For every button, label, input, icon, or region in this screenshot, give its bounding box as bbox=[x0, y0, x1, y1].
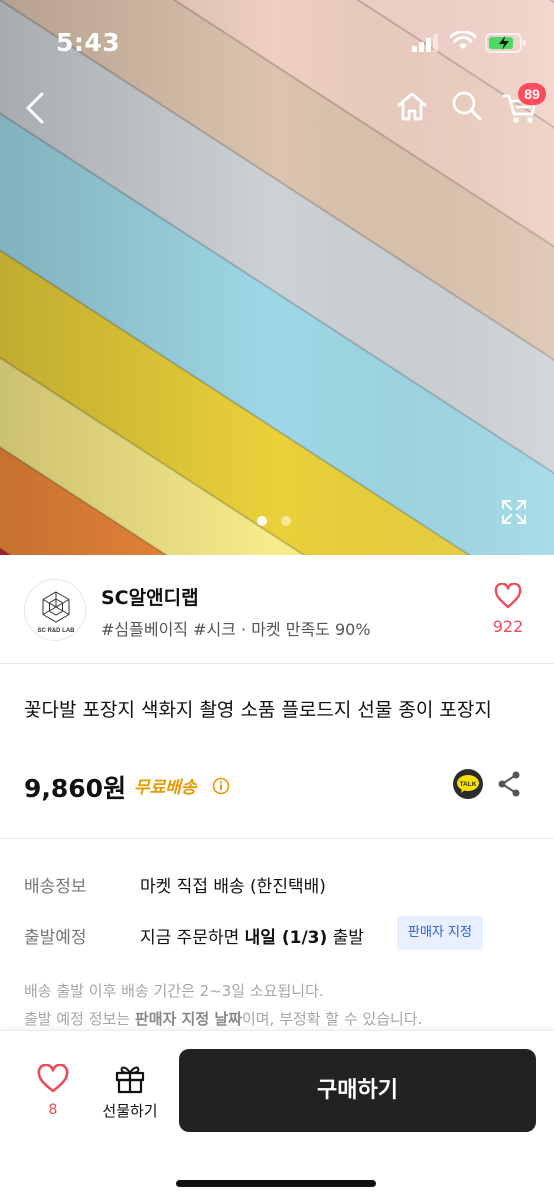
wifi-icon bbox=[450, 31, 476, 49]
info-icon[interactable] bbox=[212, 777, 230, 795]
shipping-note-1: 배송 출발 이후 배송 기간은 2~3일 소요됩니다. bbox=[24, 982, 324, 1000]
shipping-info-value: 마켓 직접 배송 (한진택배) bbox=[140, 877, 326, 897]
carousel-indicator bbox=[257, 516, 291, 526]
section-divider bbox=[0, 838, 554, 839]
gift-button-label[interactable]: 선물하기 bbox=[96, 1100, 164, 1121]
note-bold: 판매자 지정 날짜 bbox=[134, 1010, 242, 1028]
status-bar: 5:43 bbox=[0, 0, 554, 86]
departure-value: 지금 주문하면 내일 (1/3) 출발 bbox=[140, 923, 364, 948]
seller-tags: #심플베이직 #시크 · 마켓 만족도 90% bbox=[101, 620, 371, 639]
svg-text:TALK: TALK bbox=[460, 781, 477, 788]
carousel-dot bbox=[281, 516, 291, 526]
carousel-dot-active bbox=[257, 516, 267, 526]
share-icon[interactable] bbox=[496, 770, 522, 798]
note-prefix: 출발 예정 정보는 bbox=[24, 1010, 135, 1028]
expand-icon[interactable] bbox=[500, 498, 528, 526]
departure-prefix: 지금 주문하면 bbox=[140, 928, 245, 948]
shipping-info-label: 배송정보 bbox=[24, 877, 87, 897]
home-indicator bbox=[176, 1180, 376, 1187]
gift-icon[interactable] bbox=[114, 1062, 146, 1094]
heart-icon[interactable] bbox=[494, 583, 522, 609]
departure-suffix: 출발 bbox=[327, 928, 364, 948]
seller-logo-image: SC R&D LAB bbox=[38, 591, 76, 634]
seller-designated-badge: 판매자 지정 bbox=[397, 916, 483, 950]
back-icon[interactable] bbox=[18, 88, 54, 128]
seller-like-count: 922 bbox=[492, 617, 524, 636]
heart-icon[interactable] bbox=[36, 1064, 70, 1094]
departure-date: 내일 (1/3) bbox=[244, 928, 328, 948]
status-time: 5:43 bbox=[56, 28, 121, 57]
seller-logo-text: SC R&D LAB bbox=[38, 628, 76, 634]
cart-count-badge: 89 bbox=[518, 83, 546, 105]
product-like-count: 8 bbox=[48, 1102, 58, 1118]
cellular-signal-icon bbox=[412, 34, 438, 52]
seller-section[interactable]: SC R&D LAB SC알앤디랩 #심플베이직 #시크 · 마켓 만족도 90… bbox=[0, 555, 554, 664]
kakao-talk-icon[interactable]: TALK bbox=[452, 768, 484, 800]
product-price: 9,860원 bbox=[24, 774, 127, 803]
shipping-note-2: 출발 예정 정보는 판매자 지정 날짜이며, 부정확 할 수 있습니다. bbox=[24, 1008, 422, 1029]
seller-name[interactable]: SC알앤디랩 bbox=[101, 583, 199, 610]
seller-logo[interactable]: SC R&D LAB bbox=[24, 579, 86, 641]
buy-button[interactable]: 구매하기 bbox=[179, 1049, 536, 1132]
departure-label: 출발예정 bbox=[24, 928, 87, 948]
home-icon[interactable] bbox=[394, 88, 430, 124]
battery-icon bbox=[485, 33, 526, 53]
search-icon[interactable] bbox=[450, 88, 484, 124]
note-suffix: 이며, 부정확 할 수 있습니다. bbox=[241, 1010, 423, 1028]
free-shipping-badge: 무료배송 bbox=[134, 778, 197, 798]
product-title: 꽃다발 포장지 색화지 촬영 소품 플로드지 선물 종이 포장지 bbox=[24, 699, 492, 721]
